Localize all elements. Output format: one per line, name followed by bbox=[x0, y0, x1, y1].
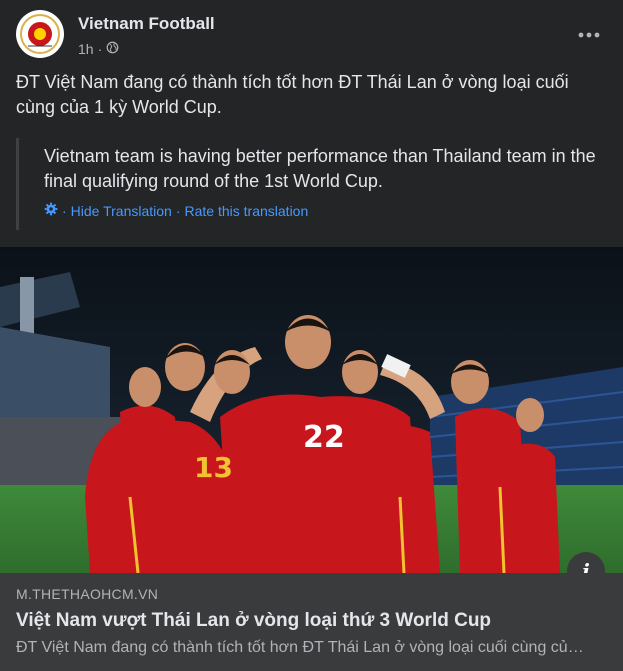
link-domain: M.THETHAOHCM.VN bbox=[16, 586, 159, 602]
post-time[interactable]: 1h bbox=[78, 41, 94, 57]
gear-icon[interactable] bbox=[44, 202, 58, 219]
translation-block: Vietnam team is having better performanc… bbox=[16, 138, 607, 230]
globe-icon bbox=[106, 41, 119, 57]
football-logo-icon bbox=[17, 11, 63, 57]
hide-translation-link[interactable]: Hide Translation bbox=[71, 203, 172, 219]
post-text: ĐT Việt Nam đang có thành tích tốt hơn Đ… bbox=[16, 72, 569, 117]
page-avatar[interactable] bbox=[16, 10, 64, 58]
translated-text: Vietnam team is having better performanc… bbox=[44, 146, 596, 191]
more-options-button[interactable] bbox=[571, 18, 607, 46]
rate-translation-link[interactable]: Rate this translation bbox=[185, 203, 309, 219]
post-header: Vietnam Football 1h · bbox=[16, 10, 607, 60]
football-players-image: 13 22 bbox=[0, 247, 623, 573]
jersey-number-22: 22 bbox=[303, 420, 345, 455]
post-photo[interactable]: 13 22 bbox=[0, 247, 623, 573]
post-meta: 1h · bbox=[78, 41, 119, 57]
link-description: ĐT Việt Nam đang có thành tích tốt hơn Đ… bbox=[16, 639, 591, 656]
link-preview[interactable]: M.THETHAOHCM.VN Việt Nam vượt Thái Lan ở… bbox=[0, 573, 623, 671]
link-separator: · bbox=[62, 202, 67, 219]
page-name[interactable]: Vietnam Football bbox=[78, 14, 215, 34]
translation-actions: · Hide Translation · Rate this translati… bbox=[44, 202, 308, 219]
link-title[interactable]: Việt Nam vượt Thái Lan ở vòng loại thứ 3… bbox=[16, 610, 491, 632]
post-card: Vietnam Football 1h · ĐT Việt Nam đang c… bbox=[0, 0, 623, 671]
link-separator: · bbox=[175, 202, 181, 219]
jersey-number-13: 13 bbox=[194, 451, 233, 484]
more-horizontal-icon bbox=[578, 21, 600, 44]
meta-separator: · bbox=[97, 41, 103, 57]
